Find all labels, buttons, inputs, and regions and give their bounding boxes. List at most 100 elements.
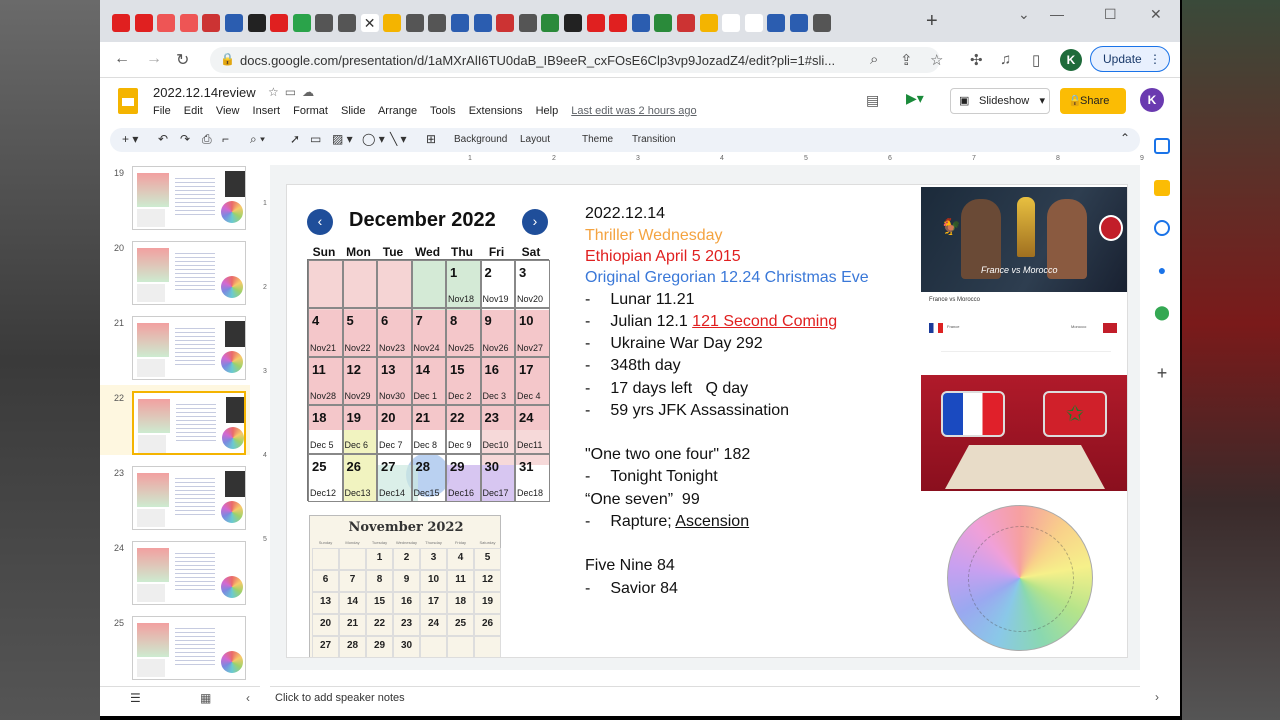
match-scorecard-image[interactable]: France vs Morocco France Morocco bbox=[921, 293, 1127, 373]
redo-icon[interactable]: ↷ bbox=[180, 132, 190, 146]
browser-tab[interactable] bbox=[496, 14, 515, 32]
menu-view[interactable]: View bbox=[216, 105, 240, 117]
tasks-app-icon[interactable] bbox=[1154, 220, 1170, 236]
browser-tab[interactable] bbox=[518, 14, 537, 32]
slide-thumbnail-row[interactable]: 22 bbox=[100, 385, 260, 459]
paint-format-icon[interactable]: ⌐ bbox=[222, 132, 229, 146]
line-icon[interactable]: ╲ ▾ bbox=[390, 132, 407, 146]
menu-file[interactable]: File bbox=[153, 105, 171, 117]
browser-tab[interactable] bbox=[812, 14, 831, 32]
menu-tools[interactable]: Tools bbox=[430, 105, 456, 117]
sidepanel-icon[interactable]: ▯ bbox=[1032, 51, 1040, 69]
move-folder-icon[interactable]: ▭ bbox=[285, 85, 302, 99]
browser-tab[interactable] bbox=[451, 14, 469, 32]
share-page-icon[interactable]: ⇪ bbox=[900, 51, 913, 69]
forward-icon[interactable]: → bbox=[146, 50, 162, 68]
slide-thumbnail[interactable] bbox=[132, 466, 246, 530]
cloud-status-icon[interactable]: ☁ bbox=[302, 85, 320, 99]
update-button[interactable]: Update ⋮ bbox=[1090, 46, 1170, 72]
url-input[interactable]: 🔒 docs.google.com/presentation/d/1aMXrAl… bbox=[210, 47, 940, 73]
extensions-icon[interactable]: ✣ bbox=[970, 51, 983, 69]
reload-icon[interactable]: ↻ bbox=[176, 50, 189, 70]
doc-title[interactable]: 2022.12.14review bbox=[153, 85, 256, 100]
slide-thumbnail-row[interactable]: 19 bbox=[100, 164, 260, 234]
contacts-app-icon[interactable]: ● bbox=[1154, 262, 1170, 278]
slide-thumbnail-row[interactable]: 21 bbox=[100, 314, 260, 384]
speaker-notes[interactable]: Click to add speaker notes ⊞ bbox=[270, 686, 1140, 710]
menu-extensions[interactable]: Extensions bbox=[469, 105, 523, 117]
current-slide[interactable]: ‹ December 2022 › 1 Nov18 2 Nov19 3 Nov20 4 Nov… bbox=[286, 184, 1128, 658]
browser-tab[interactable] bbox=[586, 14, 605, 32]
browser-tab[interactable] bbox=[744, 14, 763, 32]
browser-tab[interactable] bbox=[473, 14, 492, 32]
layout-button[interactable]: Layout bbox=[520, 134, 550, 145]
browser-tab[interactable] bbox=[225, 14, 243, 32]
browser-tab[interactable] bbox=[270, 14, 289, 32]
print-icon[interactable]: ⎙ bbox=[202, 132, 212, 147]
share-button[interactable]: 🔒 Share bbox=[1060, 88, 1126, 114]
add-addon-icon[interactable]: + bbox=[1154, 364, 1170, 382]
browser-tab[interactable] bbox=[631, 14, 650, 32]
maximize-button[interactable]: ☐ bbox=[1104, 6, 1117, 23]
browser-tab[interactable] bbox=[179, 14, 198, 32]
close-window-button[interactable]: ✕ bbox=[1150, 6, 1162, 23]
comment-add-icon[interactable]: ⊞ bbox=[426, 132, 436, 146]
grid-view-icon[interactable]: ▦ bbox=[200, 691, 211, 705]
browser-tab[interactable] bbox=[383, 14, 402, 32]
ascension-link[interactable]: Ascension bbox=[675, 513, 749, 530]
menu-arrange[interactable]: Arrange bbox=[378, 105, 417, 117]
browser-tab[interactable] bbox=[564, 14, 582, 32]
transition-button[interactable]: Transition bbox=[632, 134, 676, 145]
slide-thumbnail-row[interactable]: 23 bbox=[100, 464, 260, 534]
slide-thumbnail[interactable] bbox=[132, 316, 246, 380]
world-cup-photo[interactable]: 🐓 France vs Morocco bbox=[921, 187, 1127, 292]
browser-tab[interactable] bbox=[767, 14, 786, 32]
new-tab-button[interactable]: + bbox=[926, 10, 938, 33]
browser-tab[interactable] bbox=[677, 14, 695, 32]
browser-tab[interactable] bbox=[112, 14, 130, 32]
user-avatar[interactable]: K bbox=[1140, 88, 1164, 112]
slide-thumbnail[interactable] bbox=[132, 241, 246, 305]
media-icon[interactable]: ♫ bbox=[1000, 51, 1011, 68]
browser-tab[interactable] bbox=[202, 14, 221, 32]
slide-thumbnail[interactable] bbox=[132, 541, 246, 605]
slide-thumbnail[interactable] bbox=[132, 391, 246, 455]
browser-tab[interactable] bbox=[405, 14, 424, 32]
browser-tab[interactable] bbox=[541, 14, 560, 32]
second-coming-link[interactable]: 121 Second Coming bbox=[692, 313, 837, 330]
browser-tab[interactable] bbox=[292, 14, 311, 32]
slide-thumbnail-row[interactable]: 24 bbox=[100, 539, 260, 609]
collapse-panel-icon[interactable]: ‹ bbox=[246, 691, 250, 705]
color-wheel-image[interactable] bbox=[947, 505, 1093, 651]
menu-slide[interactable]: Slide bbox=[341, 105, 365, 117]
menu-help[interactable]: Help bbox=[536, 105, 559, 117]
expand-panel-icon[interactable]: › bbox=[1155, 690, 1159, 704]
browser-tab[interactable] bbox=[338, 14, 356, 32]
browser-tab[interactable] bbox=[428, 14, 447, 32]
browser-tab[interactable] bbox=[315, 14, 334, 32]
menu-insert[interactable]: Insert bbox=[253, 105, 281, 117]
maps-app-icon[interactable]: ⬤ bbox=[1154, 304, 1170, 320]
browser-tab[interactable] bbox=[157, 14, 176, 32]
image-icon[interactable]: ▨ ▾ bbox=[332, 132, 353, 146]
browser-tab[interactable] bbox=[699, 14, 718, 32]
slides-logo-icon[interactable] bbox=[118, 88, 138, 114]
zoom-icon[interactable]: ⌕ bbox=[870, 51, 878, 68]
browser-tab[interactable] bbox=[790, 14, 808, 32]
back-icon[interactable]: ← bbox=[114, 50, 130, 68]
menu-format[interactable]: Format bbox=[293, 105, 328, 117]
slide-thumbnail[interactable] bbox=[132, 166, 246, 230]
match-graphic-image[interactable]: ✩ bbox=[921, 375, 1127, 491]
keep-app-icon[interactable] bbox=[1154, 180, 1170, 196]
zoom-tool-icon[interactable]: ⌕ ▾ bbox=[250, 132, 265, 147]
browser-tab[interactable] bbox=[654, 14, 673, 32]
slide-thumbnail-row[interactable]: 25 bbox=[100, 614, 260, 684]
slideshow-button[interactable]: ▣ Slideshow ▾ bbox=[950, 88, 1050, 114]
bookmark-star-icon[interactable]: ☆ bbox=[930, 51, 943, 69]
list-view-icon[interactable]: ☰ bbox=[130, 691, 141, 705]
browser-tab[interactable] bbox=[609, 14, 628, 32]
background-button[interactable]: Background bbox=[454, 134, 507, 145]
browser-tab[interactable] bbox=[134, 14, 153, 32]
browser-tab[interactable] bbox=[247, 14, 266, 32]
minimize-window-button[interactable]: — bbox=[1050, 6, 1064, 22]
